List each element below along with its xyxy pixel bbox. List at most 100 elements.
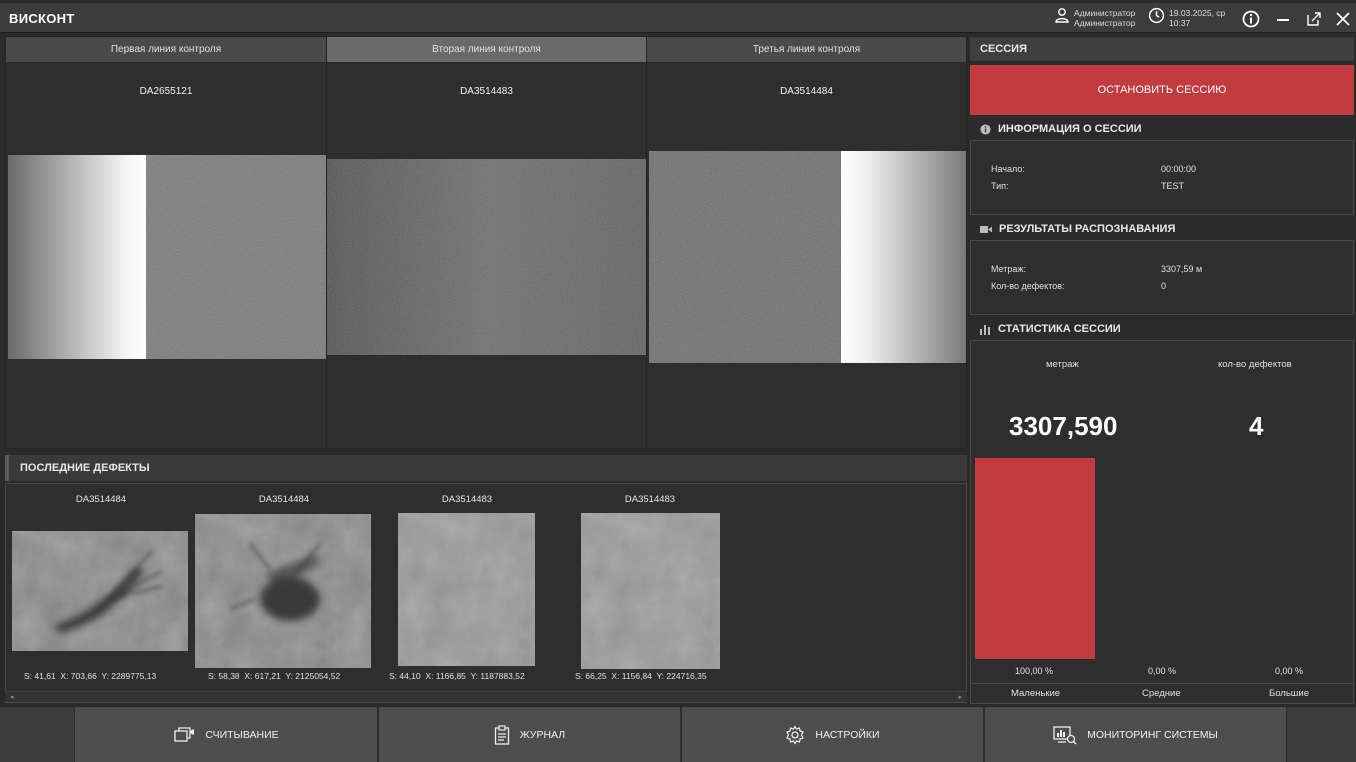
close-icon[interactable] xyxy=(1333,9,1353,29)
defect-x: X: 617,21 xyxy=(244,671,281,681)
recent-defects-panel: DA3514484 S: 41,61 X: 703,66 Y: 2289775,… xyxy=(5,483,967,703)
results-box: Метраж: 3307,59 м Кол-во дефектов: 0 xyxy=(970,240,1354,315)
defect-s: S: 41,61 xyxy=(24,671,56,681)
defect-s: S: 66,25 xyxy=(575,671,607,681)
category-large: Большие xyxy=(1269,688,1310,699)
meter-label: Метраж: xyxy=(991,264,1026,274)
defect-code: DA3514483 xyxy=(441,494,493,505)
defect-code: DA3514483 xyxy=(624,494,676,505)
defect-s: S: 44,10 xyxy=(389,671,421,681)
user-role: Администратор xyxy=(1074,17,1136,28)
horizontal-scrollbar[interactable]: ◂ ▸ xyxy=(5,691,967,702)
defect-thumbnail[interactable] xyxy=(581,513,720,669)
app-title: ВИСКОНТ xyxy=(9,11,75,26)
bar-chart-icon xyxy=(980,324,991,335)
type-label: Тип: xyxy=(991,181,1009,191)
session-header: СЕССИЯ xyxy=(970,37,1354,61)
camera-panel: Первая линия контроля DA2655121 Вторая л… xyxy=(5,36,967,449)
nav-monitor-label: МОНИТОРИНГ СИСТЕМЫ xyxy=(1087,729,1218,741)
nav-journal-button[interactable]: ЖУРНАЛ xyxy=(378,707,681,762)
recent-defects-header: ПОСЛЕДНИЕ ДЕФЕКТЫ xyxy=(5,455,967,481)
defect-code: DA3514484 xyxy=(258,494,310,505)
camera-code: DA3514484 xyxy=(780,86,833,97)
results-title: РЕЗУЛЬТАТЫ РАСПОЗНАВАНИЯ xyxy=(999,223,1176,235)
user-icon xyxy=(1054,7,1070,28)
bottom-nav: СЧИТЫВАНИЕ ЖУРНАЛ НАСТРОЙКИ МОНИТОРИНГ С… xyxy=(0,706,1356,762)
defects-count-value: 0 xyxy=(1161,281,1167,291)
stats-header: СТАТИСТИКА СЕССИИ xyxy=(970,317,1354,341)
defect-metrics: S: 66,25 X: 1156,84 Y: 224716,35 xyxy=(575,671,707,681)
defect-thumbnail[interactable] xyxy=(398,513,535,666)
recent-defects-title: ПОСЛЕДНИЕ ДЕФЕКТЫ xyxy=(20,462,150,474)
defect-y: Y: 1187883,52 xyxy=(470,671,525,681)
category-row: Маленькие Средние Большие xyxy=(971,683,1353,703)
tab-third-line[interactable]: Третья линия контроля xyxy=(647,37,966,63)
stat-meter-value: 3307,590 xyxy=(1009,411,1118,441)
camera-code: DA2655121 xyxy=(139,86,193,97)
stat-meter-label: метраж xyxy=(1046,359,1079,370)
scroll-right-icon[interactable]: ▸ xyxy=(958,693,962,701)
defect-thumbnail[interactable] xyxy=(12,531,188,651)
restore-icon[interactable] xyxy=(1304,9,1324,29)
nav-settings-label: НАСТРОЙКИ xyxy=(815,729,880,741)
camera-code: DA3514483 xyxy=(460,86,513,97)
camera-icon xyxy=(980,225,992,234)
time-text: 10:37 xyxy=(1169,18,1191,28)
tab-first-line[interactable]: Первая линия контроля xyxy=(6,37,326,63)
session-info-box: Начало: 00:00:00 Тип: TEST xyxy=(970,140,1354,215)
bar-label-small: 100,00 % xyxy=(1015,666,1054,676)
bar-label-medium: 0,00 % xyxy=(1148,666,1177,676)
results-header: РЕЗУЛЬТАТЫ РАСПОЗНАВАНИЯ xyxy=(970,217,1354,241)
defect-metrics: S: 44,10 X: 1166,85 Y: 1187883,52 xyxy=(389,671,525,681)
camera-column-2: Вторая линия контроля DA3514483 xyxy=(327,37,647,448)
minimize-icon[interactable] xyxy=(1273,9,1293,29)
type-value: TEST xyxy=(1161,181,1185,191)
stats-title: СТАТИСТИКА СЕССИИ xyxy=(998,323,1121,335)
session-info-title: ИНФОРМАЦИЯ О СЕССИИ xyxy=(998,123,1142,135)
tab-second-line[interactable]: Вторая линия контроля xyxy=(327,37,646,63)
clock-icon xyxy=(1148,7,1165,29)
clipboard-icon xyxy=(494,725,510,745)
defect-thumbnail[interactable] xyxy=(195,514,371,668)
start-label: Начало: xyxy=(991,164,1025,174)
stat-defects-value: 4 xyxy=(1249,411,1264,441)
camera-image xyxy=(8,155,326,359)
start-value: 00:00:00 xyxy=(1161,164,1197,174)
nav-journal-label: ЖУРНАЛ xyxy=(519,729,566,741)
nav-monitor-button[interactable]: МОНИТОРИНГ СИСТЕМЫ xyxy=(984,707,1287,762)
nav-settings-button[interactable]: НАСТРОЙКИ xyxy=(681,707,984,762)
defects-count-label: Кол-во дефектов: xyxy=(991,281,1065,291)
defect-y: Y: 224716,35 xyxy=(656,671,707,681)
stop-session-button[interactable]: ОСТАНОВИТЬ СЕССИЮ xyxy=(970,65,1354,115)
monitor-search-icon xyxy=(1053,725,1077,745)
defect-x: X: 1156,84 xyxy=(611,671,652,681)
camera-image xyxy=(649,151,966,363)
camera-column-3: Третья линия контроля DA3514484 xyxy=(647,37,966,448)
defect-y: Y: 2125054,52 xyxy=(285,671,341,681)
stats-box: метраж кол-во дефектов 3307,590 4 100,00… xyxy=(970,340,1354,704)
defect-x: X: 1166,85 xyxy=(425,671,466,681)
defect-x: X: 703,66 xyxy=(60,671,97,681)
date-text: 19.03.2025, ср xyxy=(1169,8,1226,18)
user-info[interactable]: Администратор Администратор xyxy=(1054,7,1135,28)
info-circle-icon xyxy=(980,123,991,135)
bar-small xyxy=(975,458,1095,659)
category-medium: Средние xyxy=(1142,688,1181,699)
camera-read-icon xyxy=(173,726,195,744)
defect-s: S: 58,38 xyxy=(208,671,240,681)
camera-column-1: Первая линия контроля DA2655121 xyxy=(6,37,327,448)
defect-code: DA3514484 xyxy=(75,494,127,505)
meter-value: 3307,59 м xyxy=(1161,264,1203,274)
stat-defects-label: кол-во дефектов xyxy=(1218,359,1292,370)
category-small: Маленькие xyxy=(1011,688,1061,699)
user-name: Администратор xyxy=(1074,7,1136,18)
title-bar: ВИСКОНТ Администратор Администратор 19.0… xyxy=(0,3,1356,33)
defect-metrics: S: 58,38 X: 617,21 Y: 2125054,52 xyxy=(208,671,340,681)
info-icon[interactable] xyxy=(1241,9,1261,29)
scroll-left-icon[interactable]: ◂ xyxy=(10,693,14,701)
session-info-header: ИНФОРМАЦИЯ О СЕССИИ xyxy=(970,117,1354,141)
defect-y: Y: 2289775,13 xyxy=(101,671,157,681)
camera-image xyxy=(327,159,646,355)
nav-read-label: СЧИТЫВАНИЕ xyxy=(205,729,279,741)
nav-read-button[interactable]: СЧИТЫВАНИЕ xyxy=(74,707,378,762)
